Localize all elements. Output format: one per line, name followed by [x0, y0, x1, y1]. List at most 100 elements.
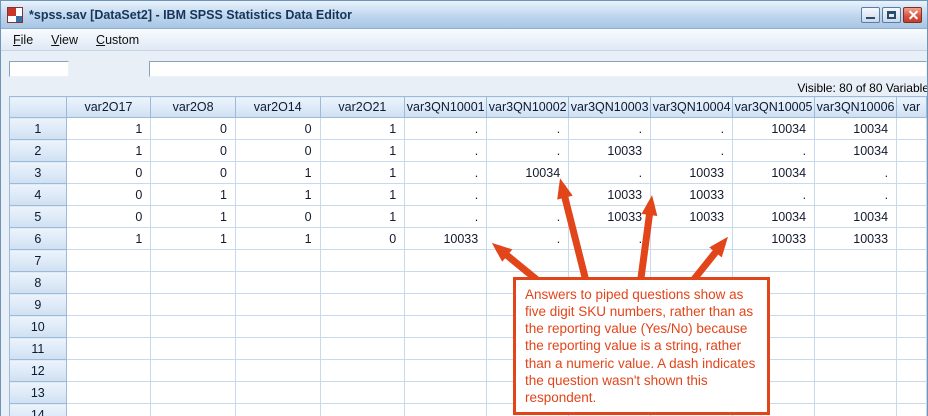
cell-r2-c7[interactable]: 10033 [568, 139, 652, 162]
column-header-var3QN10002[interactable]: var3QN10002 [486, 96, 570, 118]
cell-r6-c11[interactable] [896, 227, 927, 250]
cell-r6-c10[interactable]: 10033 [814, 227, 898, 250]
cell-r8-c10[interactable] [814, 271, 898, 294]
cell-r9-c10[interactable] [814, 293, 898, 316]
column-header-var2O14[interactable]: var2O14 [234, 96, 321, 118]
cell-r11-c4[interactable] [319, 337, 406, 360]
cell-r6-c6[interactable]: . [486, 227, 570, 250]
cell-editor-field[interactable] [149, 61, 927, 77]
cell-r2-c9[interactable]: . [732, 139, 816, 162]
cell-r14-c10[interactable] [814, 403, 898, 416]
row-header-9[interactable]: 9 [9, 293, 67, 316]
cell-r6-c7[interactable]: . [568, 227, 652, 250]
cell-r4-c11[interactable] [896, 183, 927, 206]
row-header-2[interactable]: 2 [9, 139, 67, 162]
row-header-8[interactable]: 8 [9, 271, 67, 294]
cell-r8-c2[interactable] [150, 271, 236, 294]
cell-r6-c2[interactable]: 1 [150, 227, 236, 250]
cell-r1-c7[interactable]: . [568, 117, 652, 140]
cell-r1-c1[interactable]: 1 [65, 117, 152, 140]
cell-r7-c8[interactable] [650, 249, 734, 272]
cell-r1-c8[interactable]: . [650, 117, 734, 140]
cell-r12-c2[interactable] [150, 359, 236, 382]
cell-r1-c4[interactable]: 1 [319, 117, 406, 140]
app-icon[interactable] [7, 6, 23, 23]
cell-r1-c9[interactable]: 10034 [732, 117, 816, 140]
cell-r1-c6[interactable]: . [486, 117, 570, 140]
cell-r9-c3[interactable] [234, 293, 321, 316]
cell-r11-c3[interactable] [234, 337, 321, 360]
cell-r6-c8[interactable]: . [650, 227, 734, 250]
row-header-4[interactable]: 4 [9, 183, 67, 206]
cell-r11-c5[interactable] [404, 337, 488, 360]
cell-r11-c2[interactable] [150, 337, 236, 360]
cell-r6-c5[interactable]: 10033 [404, 227, 488, 250]
row-header-14[interactable]: 14 [9, 403, 67, 416]
cell-r2-c2[interactable]: 0 [150, 139, 236, 162]
cell-r9-c11[interactable] [896, 293, 927, 316]
cell-r4-c6[interactable]: . [486, 183, 570, 206]
cell-r3-c2[interactable]: 0 [150, 161, 236, 184]
cell-r6-c3[interactable]: 1 [234, 227, 321, 250]
cell-r3-c9[interactable]: 10034 [732, 161, 816, 184]
cell-r13-c11[interactable] [896, 381, 927, 404]
cell-r4-c5[interactable]: . [404, 183, 488, 206]
cell-r5-c4[interactable]: 1 [319, 205, 406, 228]
cell-r8-c1[interactable] [65, 271, 152, 294]
row-header-11[interactable]: 11 [9, 337, 67, 360]
cell-r6-c1[interactable]: 1 [65, 227, 152, 250]
cell-r4-c8[interactable]: 10033 [650, 183, 734, 206]
cell-r9-c4[interactable] [319, 293, 406, 316]
cell-r14-c3[interactable] [234, 403, 321, 416]
column-header-var3QN10004[interactable]: var3QN10004 [650, 96, 734, 118]
column-header-var2O21[interactable]: var2O21 [319, 96, 406, 118]
cell-r3-c8[interactable]: 10033 [650, 161, 734, 184]
cell-r4-c1[interactable]: 0 [65, 183, 152, 206]
cell-r11-c1[interactable] [65, 337, 152, 360]
cell-r7-c3[interactable] [234, 249, 321, 272]
cell-r5-c2[interactable]: 1 [150, 205, 236, 228]
cell-r5-c11[interactable] [896, 205, 927, 228]
cell-r3-c5[interactable]: . [404, 161, 488, 184]
cell-r7-c9[interactable] [732, 249, 816, 272]
cell-r2-c3[interactable]: 0 [234, 139, 321, 162]
cell-r5-c5[interactable]: . [404, 205, 488, 228]
cell-r13-c1[interactable] [65, 381, 152, 404]
cell-r12-c1[interactable] [65, 359, 152, 382]
row-header-6[interactable]: 6 [9, 227, 67, 250]
cell-r12-c5[interactable] [404, 359, 488, 382]
cell-r10-c2[interactable] [150, 315, 236, 338]
cell-r2-c4[interactable]: 1 [319, 139, 406, 162]
cell-r7-c5[interactable] [404, 249, 488, 272]
cell-r11-c10[interactable] [814, 337, 898, 360]
cell-r2-c11[interactable] [896, 139, 927, 162]
cell-r4-c3[interactable]: 1 [234, 183, 321, 206]
cell-r12-c4[interactable] [319, 359, 406, 382]
cell-r2-c10[interactable]: 10034 [814, 139, 898, 162]
cell-r4-c7[interactable]: 10033 [568, 183, 652, 206]
cell-reference-box[interactable] [9, 61, 69, 77]
cell-r5-c3[interactable]: 0 [234, 205, 321, 228]
column-header-var3QN10001[interactable]: var3QN10001 [404, 96, 488, 118]
cell-r5-c9[interactable]: 10034 [732, 205, 816, 228]
menu-item-view[interactable]: View [42, 31, 87, 49]
cell-r1-c3[interactable]: 0 [234, 117, 321, 140]
cell-r14-c5[interactable] [404, 403, 488, 416]
cell-r1-c10[interactable]: 10034 [814, 117, 898, 140]
cell-r4-c4[interactable]: 1 [319, 183, 406, 206]
cell-r3-c10[interactable]: . [814, 161, 898, 184]
cell-r12-c10[interactable] [814, 359, 898, 382]
cell-r10-c11[interactable] [896, 315, 927, 338]
row-header-7[interactable]: 7 [9, 249, 67, 272]
maximize-button[interactable] [882, 6, 901, 23]
cell-r7-c2[interactable] [150, 249, 236, 272]
cell-r2-c5[interactable]: . [404, 139, 488, 162]
cell-r13-c2[interactable] [150, 381, 236, 404]
cell-r2-c1[interactable]: 1 [65, 139, 152, 162]
cell-r5-c8[interactable]: 10033 [650, 205, 734, 228]
cell-r8-c4[interactable] [319, 271, 406, 294]
cell-r9-c5[interactable] [404, 293, 488, 316]
cell-r13-c10[interactable] [814, 381, 898, 404]
row-header-10[interactable]: 10 [9, 315, 67, 338]
cell-r3-c11[interactable] [896, 161, 927, 184]
